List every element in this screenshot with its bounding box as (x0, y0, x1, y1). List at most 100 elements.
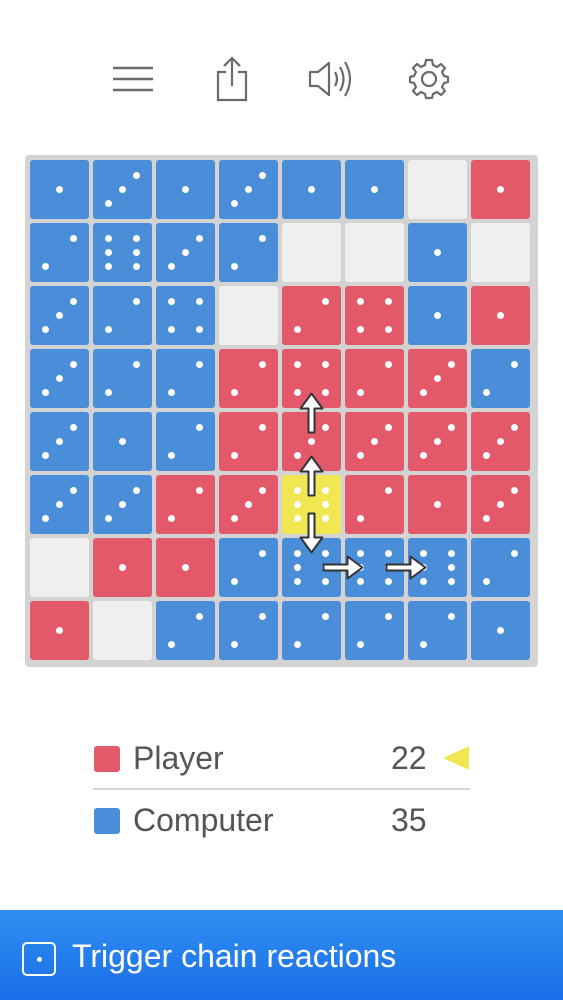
blue-die-r7c7[interactable] (408, 538, 467, 597)
blue-die-r3c7[interactable] (408, 286, 467, 345)
blue-die-r6c2[interactable] (93, 475, 152, 534)
die-pip (132, 249, 140, 256)
die-pip (231, 640, 239, 648)
menu-button[interactable] (106, 52, 160, 106)
empty-cell-r1c7[interactable] (408, 160, 467, 219)
blue-die-r8c6[interactable] (345, 601, 404, 660)
red-die-r6c4[interactable] (219, 475, 278, 534)
blue-die-r5c2[interactable] (93, 412, 152, 471)
empty-cell-r2c8[interactable] (471, 223, 530, 282)
blue-die-r3c2[interactable] (93, 286, 152, 345)
die-pip (294, 451, 302, 459)
blue-die-r7c8[interactable] (471, 538, 530, 597)
red-die-r4c4[interactable] (219, 349, 278, 408)
blue-die-r2c2[interactable] (93, 223, 152, 282)
die-pip (294, 487, 302, 495)
red-die-r4c5[interactable] (282, 349, 341, 408)
die-pip (434, 375, 441, 382)
blue-die-r1c3[interactable] (156, 160, 215, 219)
blue-die-r5c1[interactable] (30, 412, 89, 471)
die-pip (384, 613, 392, 621)
die-pip (168, 325, 176, 333)
blue-die-r7c6[interactable] (345, 538, 404, 597)
red-die-r5c6[interactable] (345, 412, 404, 471)
die-pip (195, 487, 203, 495)
computer-label: Computer (133, 802, 274, 838)
red-die-r5c5[interactable] (282, 412, 341, 471)
die-pip (357, 451, 365, 459)
die-pip (245, 501, 252, 508)
blue-die-r1c2[interactable] (93, 160, 152, 219)
die-pip (69, 235, 77, 243)
red-die-r3c6[interactable] (345, 286, 404, 345)
blue-die-r4c3[interactable] (156, 349, 215, 408)
die-pip (447, 361, 455, 369)
die-pip (384, 424, 392, 432)
blue-die-r8c7[interactable] (408, 601, 467, 660)
die-pip (321, 388, 329, 396)
blue-die-r2c7[interactable] (408, 223, 467, 282)
die-pip (56, 501, 63, 508)
red-die-r4c6[interactable] (345, 349, 404, 408)
blue-die-r3c3[interactable] (156, 286, 215, 345)
empty-cell-r2c6[interactable] (345, 223, 404, 282)
red-die-r3c5[interactable] (282, 286, 341, 345)
red-die-r6c3[interactable] (156, 475, 215, 534)
blue-die-r7c4[interactable] (219, 538, 278, 597)
red-die-r5c4[interactable] (219, 412, 278, 471)
settings-icon (408, 58, 450, 100)
red-die-r3c8[interactable] (471, 286, 530, 345)
die-pip (105, 262, 113, 270)
red-die-r7c2[interactable] (93, 538, 152, 597)
blue-die-r7c5[interactable] (282, 538, 341, 597)
die-pip (182, 186, 189, 193)
red-die-r4c7[interactable] (408, 349, 467, 408)
blue-die-r1c1[interactable] (30, 160, 89, 219)
die-pip (434, 438, 441, 445)
blue-die-r2c1[interactable] (30, 223, 89, 282)
blue-die-r3c1[interactable] (30, 286, 89, 345)
die-pip (132, 487, 140, 495)
red-die-r6c6[interactable] (345, 475, 404, 534)
die-pip (384, 361, 392, 369)
die-pip (105, 249, 113, 256)
red-die-r1c8[interactable] (471, 160, 530, 219)
settings-button[interactable] (402, 52, 456, 106)
red-die-r5c7[interactable] (408, 412, 467, 471)
die-pip (231, 451, 239, 459)
red-die-r8c1[interactable] (30, 601, 89, 660)
blue-die-r2c4[interactable] (219, 223, 278, 282)
red-die-r6c8[interactable] (471, 475, 530, 534)
sound-button[interactable] (303, 52, 357, 106)
die-pip (195, 361, 203, 369)
blue-die-r1c5[interactable] (282, 160, 341, 219)
blue-die-r4c1[interactable] (30, 349, 89, 408)
die-pip (195, 235, 203, 243)
die-pip (384, 550, 392, 558)
blue-die-r5c3[interactable] (156, 412, 215, 471)
blue-die-r1c6[interactable] (345, 160, 404, 219)
empty-cell-r2c5[interactable] (282, 223, 341, 282)
blue-die-r4c2[interactable] (93, 349, 152, 408)
share-button[interactable] (205, 52, 259, 106)
empty-cell-r8c2[interactable] (93, 601, 152, 660)
blue-die-r8c8[interactable] (471, 601, 530, 660)
empty-cell-r7c1[interactable] (30, 538, 89, 597)
selected-die-r6c5[interactable] (282, 475, 341, 534)
blue-die-r2c3[interactable] (156, 223, 215, 282)
sound-icon (308, 61, 352, 97)
blue-die-r8c3[interactable] (156, 601, 215, 660)
red-die-r7c3[interactable] (156, 538, 215, 597)
red-die-r5c8[interactable] (471, 412, 530, 471)
blue-die-r8c4[interactable] (219, 601, 278, 660)
die-pip (182, 249, 189, 256)
blue-die-r8c5[interactable] (282, 601, 341, 660)
red-die-r6c7[interactable] (408, 475, 467, 534)
blue-die-r6c1[interactable] (30, 475, 89, 534)
blue-die-r1c4[interactable] (219, 160, 278, 219)
die-pip (258, 361, 266, 369)
die-pip (231, 199, 239, 207)
die-pip (258, 235, 266, 243)
empty-cell-r3c4[interactable] (219, 286, 278, 345)
blue-die-r4c8[interactable] (471, 349, 530, 408)
